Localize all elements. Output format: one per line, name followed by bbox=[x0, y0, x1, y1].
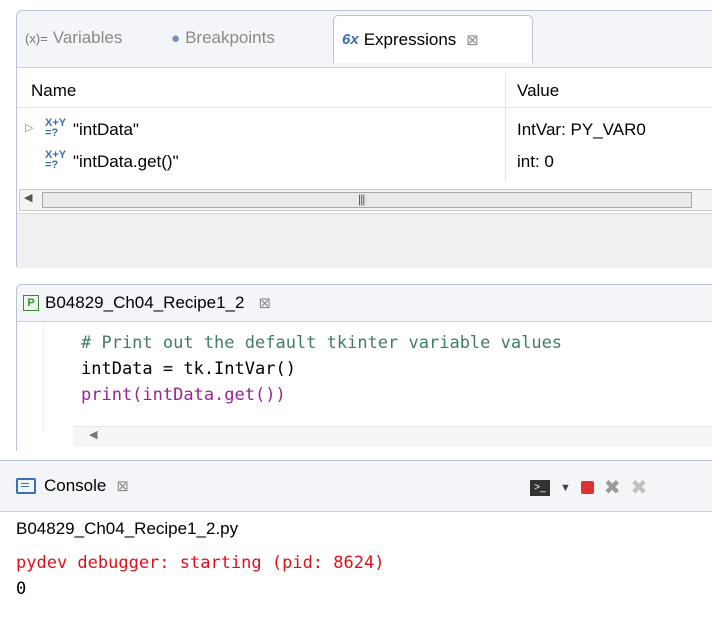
row-name: "intData.get()" bbox=[73, 152, 179, 171]
expressions-icon: 6x bbox=[342, 31, 359, 48]
expressions-panel: (x)= Variables ● Breakpoints 6x Expressi… bbox=[16, 10, 712, 268]
grip-icon: ||| bbox=[358, 192, 365, 206]
tab-variables-label: Variables bbox=[52, 28, 123, 47]
editor-tab-label: B04829_Ch04_Recipe1_2 bbox=[45, 293, 245, 312]
tree-header: Name Value bbox=[17, 77, 712, 108]
view-tab-bar: (x)= Variables ● Breakpoints 6x Expressi… bbox=[17, 11, 712, 68]
watch-expression-icon: X+Y =? bbox=[45, 149, 67, 171]
console-toolbar: >_ ▼ ✖ ✖ bbox=[530, 475, 647, 500]
console-icon bbox=[16, 478, 36, 494]
tab-console[interactable]: Console ⊠ bbox=[16, 471, 129, 501]
variables-icon: (x)= bbox=[25, 30, 48, 46]
close-icon[interactable]: ⊠ bbox=[116, 477, 129, 495]
scrollbar-thumb[interactable]: ||| bbox=[42, 192, 692, 208]
watch-expression-icon: X+Y =? bbox=[45, 117, 67, 139]
editor-tab[interactable]: P B04829_Ch04_Recipe1_2 ⊠ bbox=[17, 285, 347, 321]
terminate-icon[interactable] bbox=[580, 481, 594, 494]
code-line-3[interactable]: print(intData.get()) bbox=[81, 385, 286, 405]
console-tab-bar: Console ⊠ >_ ▼ ✖ ✖ bbox=[0, 461, 712, 512]
editor-horizontal-scrollbar[interactable]: ◀ bbox=[73, 426, 712, 447]
tab-expressions-label: Expressions bbox=[363, 29, 457, 49]
tab-breakpoints[interactable]: ● Breakpoints bbox=[171, 19, 275, 57]
close-icon[interactable]: ⊠ bbox=[466, 31, 479, 49]
table-row[interactable]: ▷ X+Y =? "intData" IntVar: PY_VAR0 bbox=[17, 115, 712, 145]
console-output-line: pydev debugger: starting (pid: 8624) bbox=[16, 553, 385, 573]
row-value: int: 0 bbox=[517, 152, 554, 171]
tab-expressions[interactable]: 6x Expressions ⊠ bbox=[333, 15, 533, 63]
close-icon[interactable]: ⊠ bbox=[258, 294, 271, 312]
editor-gutter[interactable] bbox=[17, 322, 44, 432]
console-process-name: B04829_Ch04_Recipe1_2.py bbox=[16, 519, 239, 538]
console-output-line: 0 bbox=[16, 579, 27, 599]
expand-arrow-icon[interactable]: ▷ bbox=[25, 121, 33, 134]
tab-breakpoints-label: Breakpoints bbox=[185, 28, 275, 47]
remove-all-icon[interactable]: ✖ bbox=[631, 475, 648, 500]
name-column-header[interactable]: Name bbox=[31, 81, 76, 101]
row-name: "intData" bbox=[73, 120, 139, 139]
detail-pane[interactable] bbox=[17, 213, 712, 268]
row-value: IntVar: PY_VAR0 bbox=[517, 120, 646, 139]
console-panel: Console ⊠ >_ ▼ ✖ ✖ B04829_Ch04_Recipe1_2… bbox=[0, 460, 712, 623]
tab-variables[interactable]: (x)= Variables bbox=[25, 19, 122, 57]
remove-launch-icon[interactable]: ✖ bbox=[604, 475, 621, 500]
scroll-left-icon[interactable]: ◀ bbox=[24, 191, 32, 204]
tab-console-label: Console bbox=[44, 476, 107, 495]
python-file-icon: P bbox=[23, 295, 39, 311]
value-column-header[interactable]: Value bbox=[517, 81, 559, 101]
breakpoints-icon: ● bbox=[171, 29, 181, 47]
editor-tab-bar: P B04829_Ch04_Recipe1_2 ⊠ bbox=[17, 285, 712, 322]
code-line-2[interactable]: intData = tk.IntVar() bbox=[81, 359, 296, 379]
scroll-left-icon[interactable]: ◀ bbox=[89, 428, 97, 441]
table-row[interactable]: X+Y =? "intData.get()" int: 0 bbox=[17, 147, 712, 177]
editor-panel: P B04829_Ch04_Recipe1_2 ⊠ # Print out th… bbox=[16, 284, 712, 451]
open-console-icon[interactable]: >_ bbox=[530, 479, 550, 496]
chevron-down-icon[interactable]: ▼ bbox=[560, 482, 571, 494]
code-line-1[interactable]: # Print out the default tkinter variable… bbox=[81, 333, 562, 353]
horizontal-scrollbar[interactable]: ◀ ||| bbox=[19, 189, 712, 211]
